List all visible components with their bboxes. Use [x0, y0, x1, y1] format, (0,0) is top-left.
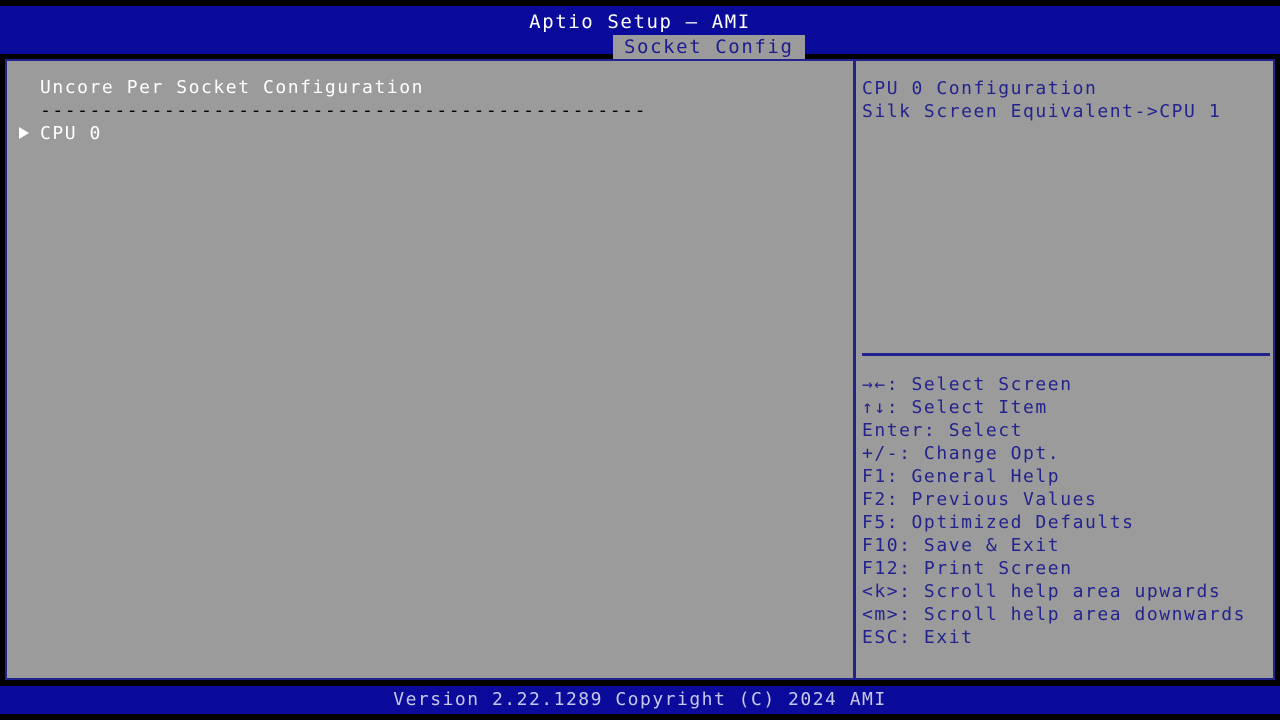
page-title: Uncore Per Socket Configuration [40, 77, 424, 98]
bios-setup-screen: Aptio Setup – AMI Socket Config Uncore P… [0, 0, 1280, 720]
tab-socket-config[interactable]: Socket Config [613, 35, 805, 60]
legend-general-help: F1: General Help [862, 466, 1061, 487]
main-frame: Uncore Per Socket Configuration --------… [5, 59, 1275, 680]
footer-bar: Version 2.22.1289 Copyright (C) 2024 AMI [0, 686, 1280, 714]
version-text: Version 2.22.1289 Copyright (C) 2024 AMI [393, 689, 887, 710]
help-line: CPU 0 Configuration [862, 78, 1098, 99]
legend-change-opt: +/-: Change Opt. [862, 443, 1061, 464]
legend-optimized-defaults: F5: Optimized Defaults [862, 512, 1135, 533]
settings-pane: Uncore Per Socket Configuration --------… [7, 61, 853, 678]
title-bar: Aptio Setup – AMI Socket Config [0, 6, 1280, 60]
legend-enter-select: Enter: Select [862, 420, 1024, 441]
legend-select-screen: →←: Select Screen [862, 374, 1073, 395]
help-pane: CPU 0 Configuration Silk Screen Equivale… [856, 61, 1273, 678]
legend-scroll-up: <k>: Scroll help area upwards [862, 581, 1222, 602]
submenu-arrow-icon [19, 127, 29, 139]
key-legend: →←: Select Screen ↑↓: Select Item Enter:… [862, 373, 1272, 649]
legend-print-screen: F12: Print Screen [862, 558, 1073, 579]
help-separator [862, 353, 1270, 356]
help-line: Silk Screen Equivalent->CPU 1 [862, 101, 1222, 122]
legend-select-item: ↑↓: Select Item [862, 397, 1048, 418]
help-description: CPU 0 Configuration Silk Screen Equivale… [862, 77, 1272, 123]
section-separator: ----------------------------------------… [40, 100, 647, 121]
menu-item-label: CPU 0 [40, 123, 102, 144]
tab-strip: Socket Config [0, 35, 1280, 60]
app-title: Aptio Setup – AMI [529, 11, 751, 33]
menu-item-cpu-0[interactable]: CPU 0 [19, 123, 839, 145]
legend-scroll-down: <m>: Scroll help area downwards [862, 604, 1246, 625]
legend-save-exit: F10: Save & Exit [862, 535, 1061, 556]
legend-previous-values: F2: Previous Values [862, 489, 1098, 510]
legend-esc-exit: ESC: Exit [862, 627, 974, 648]
